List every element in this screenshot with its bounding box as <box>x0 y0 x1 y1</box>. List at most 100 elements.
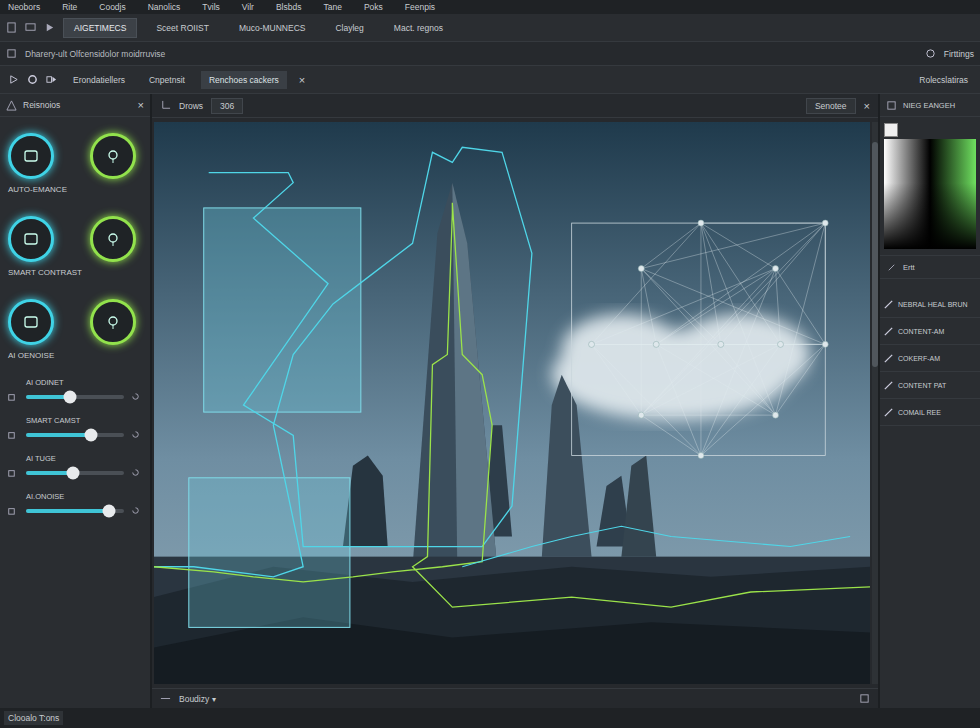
grid-icon[interactable] <box>160 693 171 704</box>
menu-item[interactable]: Tane <box>323 2 341 12</box>
document-icon[interactable] <box>6 48 17 59</box>
workspace: Reisnoios×AUTO-EMANCESMART CONTRASTAI OE… <box>0 94 980 708</box>
menu-item[interactable]: Tvils <box>202 2 219 12</box>
info-text: Dharery-ult Olfcensidolor moidrruvise <box>25 49 165 59</box>
canvas-value[interactable]: 306 <box>211 98 243 114</box>
left-panel-header: Reisnoios × <box>0 94 150 117</box>
menu-item[interactable]: Neobors <box>8 2 40 12</box>
preset-group: AI OENOISE <box>0 283 150 366</box>
sub-right-label[interactable]: Rolecslatiras <box>919 75 972 85</box>
canvas-header: Drows 306 Senotee × <box>152 94 878 118</box>
reset-icon[interactable] <box>130 505 141 516</box>
adjust-icon <box>103 146 123 166</box>
reset-icon[interactable] <box>130 391 141 402</box>
canvas-footer: Boudizy ▾ <box>152 688 878 708</box>
warning-icon <box>6 100 17 111</box>
preset-button[interactable] <box>8 133 54 179</box>
menu-item[interactable]: Poks <box>364 2 383 12</box>
slider-row: SMART CAMST <box>6 416 144 440</box>
frames-icon[interactable] <box>46 74 57 85</box>
enhance-icon <box>21 146 41 166</box>
slider-label: AI.ONOISE <box>26 492 124 501</box>
slider-knob[interactable] <box>67 466 80 479</box>
status-text: Clooalo T:ons <box>4 711 63 725</box>
tool-item[interactable]: COMAIL REE <box>880 399 980 426</box>
adjust-icon <box>103 229 123 249</box>
slider-label: SMART CAMST <box>26 416 124 425</box>
right-panel-header: NIEG EANGEH <box>880 94 980 117</box>
slider-track[interactable] <box>26 509 124 513</box>
tool-item[interactable]: NEBRAL HEAL BRUN <box>880 291 980 318</box>
slider-row: AI TUGE <box>6 454 144 478</box>
brush-icon <box>883 299 894 310</box>
brush-icon <box>883 353 894 364</box>
slider-track[interactable] <box>26 433 124 437</box>
preset-button[interactable] <box>90 133 136 179</box>
sub-tab[interactable]: Renchoes cackers <box>201 71 287 89</box>
vertical-scrollbar[interactable] <box>872 122 878 684</box>
toolbar-tab[interactable]: AIGETIMECS <box>63 18 137 38</box>
toolbar-tab[interactable]: Muco-MUNNECS <box>228 18 317 38</box>
preset-group: SMART CONTRAST <box>0 200 150 283</box>
sub-tab[interactable]: Erondatiellers <box>65 71 133 89</box>
monitor-icon[interactable] <box>25 22 36 33</box>
play-icon[interactable] <box>8 74 19 85</box>
menu-item[interactable]: Vilr <box>242 2 254 12</box>
lock-icon[interactable] <box>6 429 17 440</box>
photo-canvas[interactable] <box>154 122 870 684</box>
toolbar-tab[interactable]: Mact. regnos <box>383 18 454 38</box>
brush-icon <box>883 380 894 391</box>
menu-bar: Neobors Rite Coodjs Nanolics Tvils Vilr Blsbds… <box>0 0 980 14</box>
close-button[interactable]: × <box>295 74 309 86</box>
menu-item[interactable]: Nanolics <box>148 2 181 12</box>
canvas-option[interactable]: Senotee <box>806 98 856 114</box>
slider-row: AI ODINET <box>6 378 144 402</box>
panel-title: Reisnoios <box>23 100 60 110</box>
slider-label: AI TUGE <box>26 454 124 463</box>
tool-item[interactable]: CONTENT PAT <box>880 372 980 399</box>
file-icon[interactable] <box>6 22 17 33</box>
photo-editor-app: Neobors Rite Coodjs Nanolics Tvils Vilr Blsbds… <box>0 0 980 728</box>
preset-button[interactable] <box>8 216 54 262</box>
menu-item[interactable]: Feenpis <box>405 2 435 12</box>
reset-icon[interactable] <box>130 467 141 478</box>
adjust-icon <box>103 312 123 332</box>
enhance-icon <box>21 229 41 249</box>
canvas-tab[interactable]: Drows <box>179 101 203 111</box>
settings-icon[interactable] <box>925 48 936 59</box>
enhance-icon <box>21 312 41 332</box>
lock-icon[interactable] <box>6 467 17 478</box>
slider-knob[interactable] <box>84 428 97 441</box>
section-header: Ertt <box>880 255 980 279</box>
slider-knob[interactable] <box>64 390 77 403</box>
zoom-dropdown[interactable]: Boudizy ▾ <box>179 694 216 704</box>
close-button[interactable]: × <box>138 99 144 111</box>
fit-icon[interactable] <box>859 693 870 704</box>
sub-tab[interactable]: Cnpetnsit <box>141 71 193 89</box>
toolbar-tab[interactable]: Sceet ROIIST <box>145 18 219 38</box>
toolbar: AIGETIMECS Sceet ROIIST Muco-MUNNECS Clayle… <box>0 14 980 42</box>
preset-button[interactable] <box>8 299 54 345</box>
menu-item[interactable]: Coodjs <box>99 2 125 12</box>
play-icon[interactable] <box>44 22 55 33</box>
toolbar-tab[interactable]: Clayleg <box>324 18 374 38</box>
menu-item[interactable]: Blsbds <box>276 2 302 12</box>
preset-label: AI OENOISE <box>8 351 142 360</box>
slider-track[interactable] <box>26 395 124 399</box>
menu-item[interactable]: Rite <box>62 2 77 12</box>
close-button[interactable]: × <box>864 100 870 112</box>
slider-knob[interactable] <box>103 504 116 517</box>
reset-icon[interactable] <box>130 429 141 440</box>
lock-icon[interactable] <box>6 391 17 402</box>
color-picker[interactable] <box>880 117 980 255</box>
preset-button[interactable] <box>90 299 136 345</box>
settings-link[interactable]: Firttings <box>944 49 974 59</box>
tool-item[interactable]: CONTENT-AM <box>880 318 980 345</box>
preset-button[interactable] <box>90 216 136 262</box>
lock-icon[interactable] <box>6 505 17 516</box>
crop-icon[interactable] <box>160 100 171 111</box>
sub-toolbar: Erondatiellers Cnpetnsit Renchoes cackers ×… <box>0 66 980 94</box>
slider-track[interactable] <box>26 471 124 475</box>
tool-item[interactable]: COKERF-AM <box>880 345 980 372</box>
record-icon[interactable] <box>27 74 38 85</box>
